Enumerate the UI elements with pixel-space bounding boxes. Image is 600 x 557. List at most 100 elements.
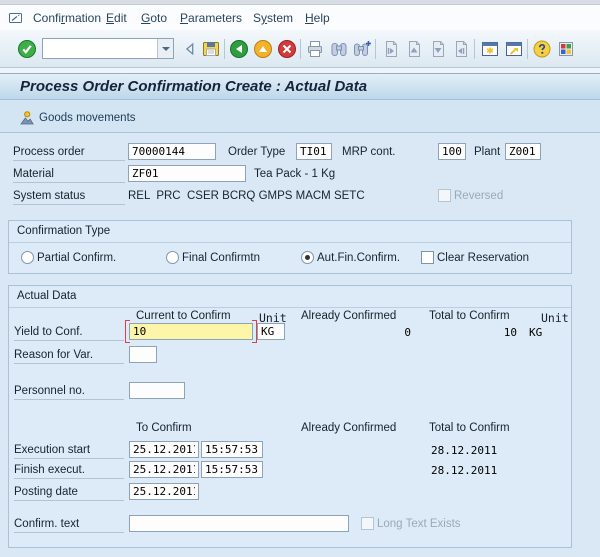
auto-final-confirm-radio[interactable]: [301, 251, 314, 264]
col-to-confirm: To Confirm: [136, 422, 192, 434]
material-field[interactable]: [128, 165, 246, 182]
last-page-icon[interactable]: [450, 38, 472, 60]
back-nav-triangle-icon[interactable]: [179, 38, 201, 60]
menu-goto[interactable]: Goto: [141, 11, 167, 25]
yield-quantity-field[interactable]: [129, 323, 253, 340]
toolbar-separator: [300, 39, 301, 59]
finish-execution-time-field[interactable]: [201, 461, 263, 478]
system-menu-icon[interactable]: [7, 10, 24, 27]
clear-reservation-label: Clear Reservation: [437, 252, 529, 264]
finish-execution-total: 28.12.2011: [431, 464, 497, 477]
menu-edit[interactable]: Edit: [106, 11, 127, 25]
reversed-checkbox[interactable]: [438, 189, 451, 202]
print-icon[interactable]: [304, 38, 326, 60]
system-status-value: REL PRC CSER BCRQ GMPS MACM SETC: [128, 190, 365, 202]
next-page-icon[interactable]: [427, 38, 449, 60]
find-icon[interactable]: [328, 38, 350, 60]
standard-toolbar: [0, 30, 600, 68]
new-session-icon[interactable]: [479, 38, 501, 60]
reason-for-var-label: Reason for Var.: [14, 349, 124, 364]
yield-total-to-confirm: 10: [447, 326, 517, 339]
finish-execution-date-field[interactable]: [129, 461, 199, 478]
goods-movements-icon: [19, 110, 35, 126]
material-description: Tea Pack - 1 Kg: [254, 168, 335, 180]
application-toolbar: Goods movements: [0, 100, 600, 133]
find-next-icon[interactable]: [351, 38, 373, 60]
system-status-label: System status: [13, 190, 125, 205]
cancel-icon[interactable]: [276, 38, 298, 60]
help-icon[interactable]: [531, 38, 553, 60]
save-icon[interactable]: [200, 38, 222, 60]
final-confirmation-label: Final Confirmtn: [182, 252, 260, 264]
confirm-text-label: Confirm. text: [14, 518, 124, 533]
plant-label: Plant: [474, 146, 500, 158]
col-already-confirmed-dates: Already Confirmed: [301, 422, 396, 434]
first-page-icon[interactable]: [380, 38, 402, 60]
actual-data-title: Actual Data: [17, 290, 76, 302]
posting-date-label: Posting date: [14, 486, 124, 501]
execution-start-label: Execution start: [14, 444, 124, 459]
execution-start-time-field[interactable]: [201, 441, 263, 458]
partial-confirm-label: Partial Confirm.: [37, 252, 116, 264]
process-order-label: Process order: [13, 146, 125, 161]
confirmation-type-group: Confirmation Type Partial Confirm. Final…: [8, 220, 572, 274]
yield-total-unit: KG: [529, 326, 542, 339]
enter-icon[interactable]: [16, 38, 38, 60]
long-text-exists-label: Long Text Exists: [377, 518, 461, 530]
posting-date-field[interactable]: [129, 483, 199, 500]
yield-to-conf-label: Yield to Conf.: [14, 326, 124, 341]
auto-final-confirm-label: Aut.Fin.Confirm.: [317, 252, 400, 264]
col-unit-right: Unit: [541, 311, 569, 325]
reason-for-var-field[interactable]: [129, 346, 157, 363]
long-text-exists-checkbox[interactable]: [361, 517, 374, 530]
customize-layout-icon[interactable]: [555, 38, 577, 60]
command-input[interactable]: [43, 39, 157, 58]
yield-unit-field[interactable]: [257, 323, 285, 340]
menu-confirmation[interactable]: Confirmation: [33, 11, 101, 25]
yield-already-confirmed: 0: [341, 326, 411, 339]
menu-help[interactable]: Help: [305, 11, 330, 25]
partial-confirm-radio[interactable]: [21, 251, 34, 264]
back-icon[interactable]: [228, 38, 250, 60]
toolbar-separator: [375, 39, 376, 59]
actual-data-group: Actual Data Current to Confirm Unit Alre…: [8, 285, 572, 548]
material-label: Material: [13, 168, 125, 183]
exit-icon[interactable]: [252, 38, 274, 60]
menu-parameters[interactable]: Parameters: [180, 11, 242, 25]
confirm-text-field[interactable]: [129, 515, 349, 532]
actual-data-header: Actual Data: [9, 286, 571, 308]
col-total-to-confirm: Total to Confirm: [429, 310, 510, 322]
command-field[interactable]: [42, 38, 174, 59]
col-total-to-confirm-dates: Total to Confirm: [429, 422, 510, 434]
mrp-cont-label: MRP cont.: [342, 146, 395, 158]
personnel-no-label: Personnel no.: [14, 385, 124, 400]
reversed-label: Reversed: [454, 190, 503, 202]
toolbar-separator: [474, 39, 475, 59]
process-order-field[interactable]: [128, 143, 216, 160]
personnel-no-field[interactable]: [129, 382, 185, 399]
confirmation-type-title: Confirmation Type: [17, 225, 110, 237]
create-shortcut-icon[interactable]: [503, 38, 525, 60]
execution-start-total: 28.12.2011: [431, 444, 497, 457]
goods-movements-label: Goods movements: [39, 112, 136, 124]
confirmation-type-header: Confirmation Type: [9, 221, 571, 243]
menu-bar: Confirmation Edit Goto Parameters System…: [0, 5, 600, 31]
toolbar-separator: [527, 39, 528, 59]
clear-reservation-checkbox[interactable]: [421, 251, 434, 264]
command-dropdown-icon[interactable]: [157, 39, 173, 58]
goods-movements-button[interactable]: Goods movements: [12, 106, 143, 129]
sap-window: Confirmation Edit Goto Parameters System…: [0, 0, 600, 557]
col-already-confirmed: Already Confirmed: [301, 310, 396, 322]
title-bar: Process Order Confirmation Create : Actu…: [0, 73, 600, 100]
plant-field[interactable]: [505, 143, 541, 160]
page-title: Process Order Confirmation Create : Actu…: [20, 78, 367, 95]
menu-system[interactable]: System: [253, 11, 293, 25]
previous-page-icon[interactable]: [403, 38, 425, 60]
content-area: Process order Order Type MRP cont. Plant…: [0, 133, 600, 557]
execution-start-date-field[interactable]: [129, 441, 199, 458]
final-confirmation-radio[interactable]: [166, 251, 179, 264]
mrp-cont-field[interactable]: [438, 143, 466, 160]
order-type-field[interactable]: [296, 143, 332, 160]
toolbar-separator: [224, 39, 225, 59]
order-type-label: Order Type: [228, 146, 285, 158]
